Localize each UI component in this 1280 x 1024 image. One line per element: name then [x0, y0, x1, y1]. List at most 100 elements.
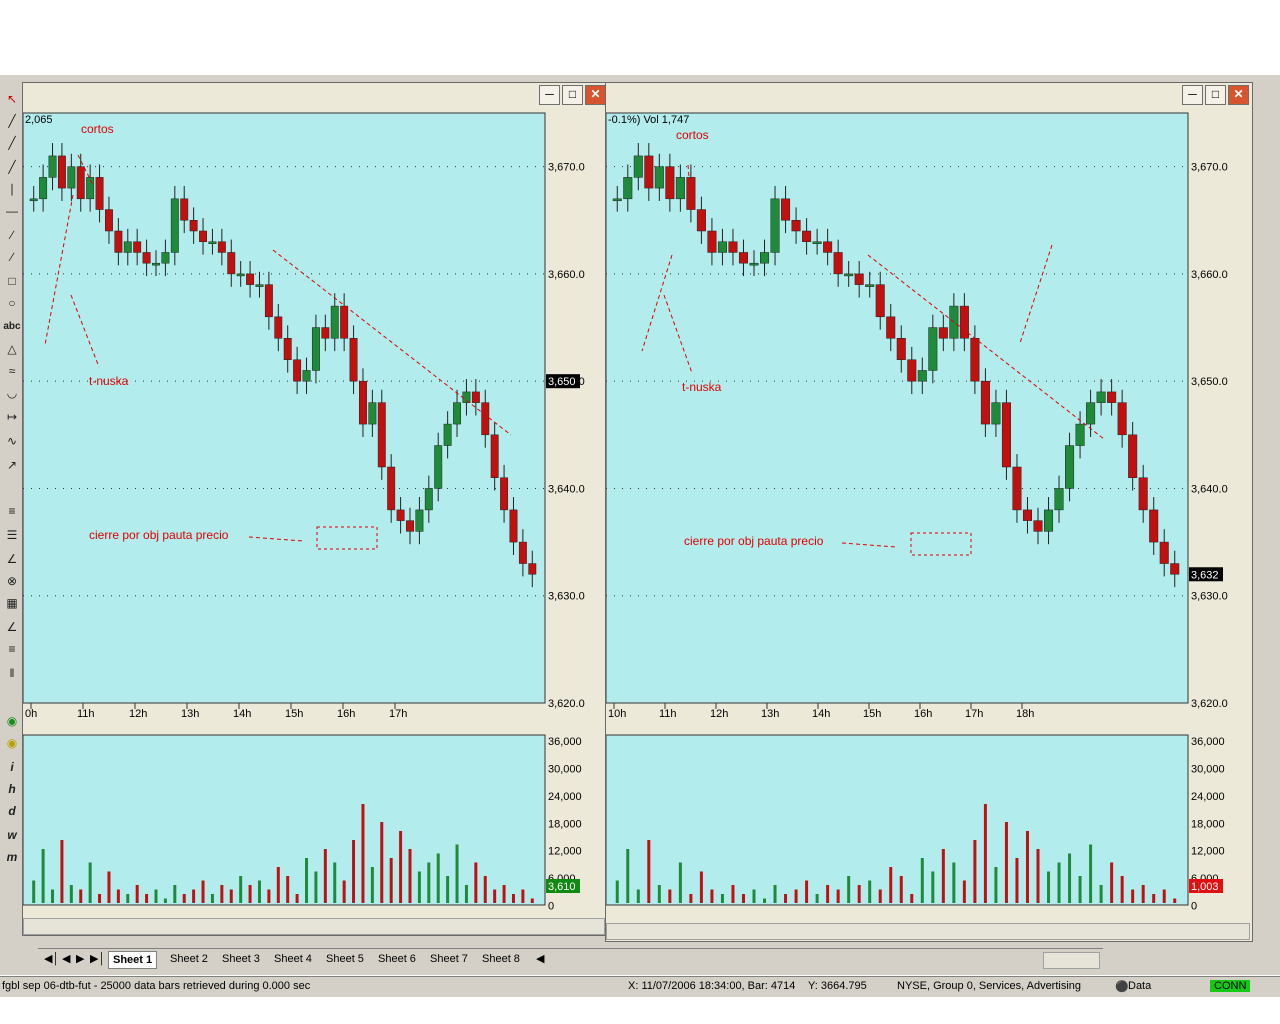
- grid-tool-icon[interactable]: ▦: [3, 594, 21, 612]
- angle-tool-icon[interactable]: ∠: [3, 618, 21, 636]
- volume-tick-label: 24,000: [1191, 791, 1225, 803]
- time-tick-label: 18h: [1016, 708, 1034, 720]
- interval-d-icon[interactable]: d: [3, 802, 21, 820]
- channel-tool-icon[interactable]: ∕: [3, 226, 21, 244]
- candlestick: [1170, 563, 1180, 575]
- candlestick: [886, 316, 896, 339]
- time-tick-label: 17h: [389, 708, 407, 720]
- candlestick: [980, 380, 990, 425]
- chart-header: 2,065: [25, 114, 53, 126]
- tabs-scroll-left-icon[interactable]: ◀: [532, 951, 548, 967]
- time-tick-label: 11h: [659, 708, 677, 720]
- candlestick: [791, 220, 801, 232]
- candlestick: [1138, 477, 1148, 511]
- left-window-titlebar[interactable]: [23, 83, 607, 105]
- ellipse-tool-icon[interactable]: ○: [3, 294, 21, 312]
- lines-list-icon[interactable]: ≡: [3, 502, 21, 520]
- minimize-icon[interactable]: ─: [539, 85, 560, 105]
- maximize-icon[interactable]: □: [1205, 85, 1226, 105]
- pointer-tool-icon[interactable]: ↖: [3, 90, 21, 108]
- tab-sheet-3[interactable]: Sheet 3: [218, 951, 264, 967]
- interval-w-icon[interactable]: w: [3, 826, 21, 844]
- candlestick: [696, 209, 706, 232]
- tab-sheet-5[interactable]: Sheet 5: [322, 951, 368, 967]
- candlestick: [57, 155, 66, 189]
- annotation-cierre: cierre por obj pauta precio: [89, 528, 229, 542]
- candlestick: [86, 177, 95, 200]
- candlestick: [283, 338, 292, 360]
- candlestick: [114, 230, 123, 253]
- tab-sheet-4[interactable]: Sheet 4: [270, 951, 316, 967]
- last-sheet-icon[interactable]: ▶│: [86, 951, 109, 967]
- right-horizontal-scrollbar[interactable]: [606, 923, 1250, 940]
- annotation-t-nuska: t-nuska: [682, 380, 722, 394]
- time-tick-label: 14h: [233, 708, 251, 720]
- candlestick: [528, 563, 537, 575]
- candlestick: [1128, 434, 1138, 478]
- time-tick-label: 15h: [863, 708, 881, 720]
- candlestick: [675, 177, 685, 200]
- rectangle-tool-icon[interactable]: □: [3, 272, 21, 290]
- candlestick: [227, 252, 236, 275]
- candlestick: [749, 262, 759, 266]
- candlestick: [949, 305, 959, 339]
- candlestick: [833, 252, 843, 275]
- speed-lines-icon[interactable]: ↦: [3, 408, 21, 426]
- right-chart-canvas[interactable]: 3,670.0 3,660.0 3,650.0 3,640.0 3,630.0 3,620…: [606, 105, 1252, 941]
- tab-sheet-7[interactable]: Sheet 7: [426, 951, 472, 967]
- arrow-tool-icon[interactable]: ↗: [3, 456, 21, 474]
- text-tool-icon[interactable]: abc: [3, 318, 21, 336]
- time-tick-label: 0h: [25, 708, 37, 720]
- fibonacci-fan-icon[interactable]: ≈: [3, 362, 21, 380]
- volume-tick-label: 0: [548, 901, 554, 913]
- tab-sheet-8[interactable]: Sheet 8: [478, 951, 524, 967]
- candlestick: [707, 230, 717, 253]
- price-tick-label: 3,670.0: [1191, 162, 1228, 174]
- volume-plot-area: [23, 734, 546, 906]
- candlestick: [665, 166, 675, 200]
- horizontal-line-icon[interactable]: —: [3, 202, 21, 220]
- tab-sheet-1[interactable]: Sheet 1: [108, 951, 158, 969]
- candlestick: [123, 241, 132, 253]
- cursor-readout: X: 11/07/2006 18:34:00, Bar: 4714: [628, 980, 796, 992]
- interval-i-icon[interactable]: i: [3, 758, 21, 776]
- close-icon[interactable]: ✕: [1228, 85, 1249, 105]
- candlestick: [938, 327, 948, 339]
- left-chart-canvas[interactable]: 3,670.03,660.03,650.03,640.03,630.03,620…: [23, 105, 607, 935]
- left-horizontal-scrollbar[interactable]: [23, 918, 605, 935]
- yellow-circle-icon[interactable]: ◉: [3, 734, 21, 752]
- interval-h-icon[interactable]: h: [3, 780, 21, 798]
- candlestick: [686, 177, 696, 210]
- ray-tool-icon[interactable]: ╱: [3, 134, 21, 152]
- close-icon[interactable]: ✕: [585, 85, 606, 105]
- parallel-lines-icon[interactable]: ∕: [3, 248, 21, 266]
- extended-line-icon[interactable]: ╱: [3, 158, 21, 176]
- right-window-titlebar[interactable]: [606, 83, 1252, 105]
- tab-sheet-6[interactable]: Sheet 6: [374, 951, 420, 967]
- candlestick: [293, 359, 302, 382]
- candlestick: [274, 316, 283, 339]
- minimize-icon[interactable]: ─: [1182, 85, 1203, 105]
- vertical-line-icon[interactable]: ∣: [3, 180, 21, 198]
- green-circle-icon[interactable]: ◉: [3, 712, 21, 730]
- candlestick: [802, 230, 812, 242]
- triangle-tool-icon[interactable]: △: [3, 340, 21, 358]
- wave-tool-icon[interactable]: ∿: [3, 432, 21, 450]
- line-tool-icon[interactable]: ╱: [3, 112, 21, 130]
- interval-m-icon[interactable]: m: [3, 848, 21, 866]
- left-chart-window: ─ □ ✕ 3,670.03,660.03,650.03,640.03,630.…: [22, 82, 608, 936]
- columns-icon[interactable]: ☰: [3, 526, 21, 544]
- candlestick: [161, 252, 170, 264]
- tab-sheet-2[interactable]: Sheet 2: [166, 951, 212, 967]
- fib-retracement-icon[interactable]: ≡: [3, 640, 21, 658]
- status-message: fgbl sep 06-dtb-fut - 25000 data bars re…: [2, 980, 311, 992]
- maximize-icon[interactable]: □: [562, 85, 583, 105]
- candlestick: [1149, 509, 1159, 543]
- candlestick: [217, 241, 226, 253]
- time-zones-icon[interactable]: ‖: [3, 664, 21, 682]
- gann-fan-icon[interactable]: ∠: [3, 550, 21, 568]
- cycles-icon[interactable]: ⊗: [3, 572, 21, 590]
- tabs-scrollbar[interactable]: [1043, 952, 1100, 969]
- arc-tool-icon[interactable]: ◡: [3, 384, 21, 402]
- volume-tick-label: 18,000: [1191, 818, 1225, 830]
